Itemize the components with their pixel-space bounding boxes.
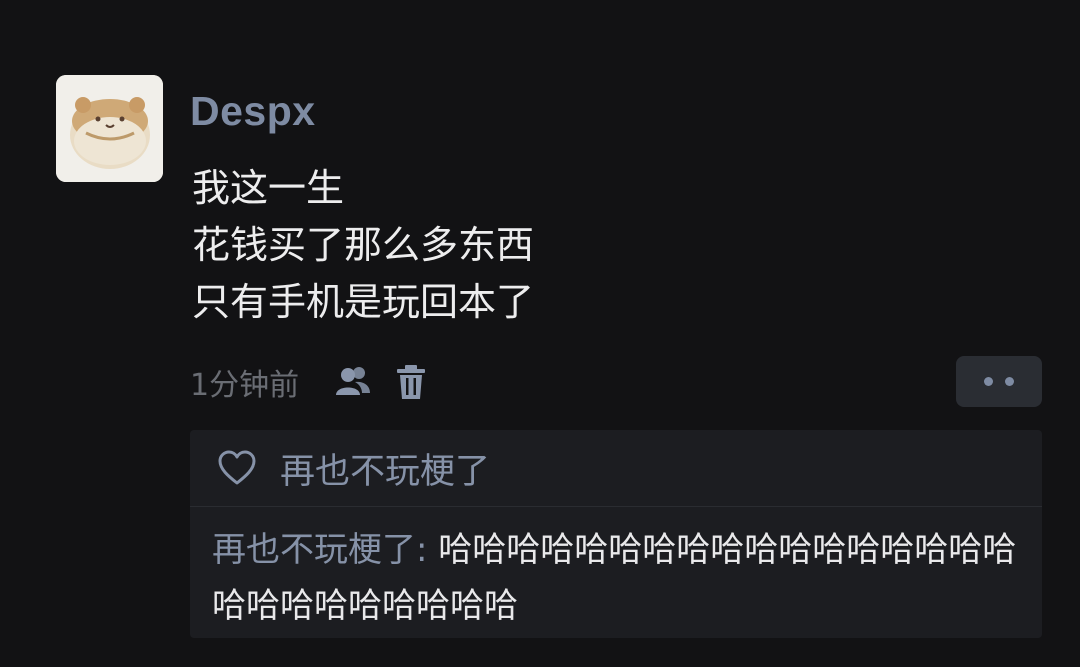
- more-dot: [984, 377, 993, 386]
- trash-icon[interactable]: [391, 362, 431, 402]
- more-dots-icon[interactable]: [956, 356, 1042, 407]
- users-icon[interactable]: [333, 362, 373, 402]
- heart-icon[interactable]: [216, 447, 258, 489]
- divider: [190, 506, 1042, 507]
- post-content: 我这一生 花钱买了那么多东西 只有手机是玩回本了: [192, 160, 534, 331]
- post-username[interactable]: Despx: [190, 88, 316, 135]
- post-meta-row: 1分钟前: [190, 360, 431, 404]
- more-dot: [1005, 377, 1014, 386]
- comment-author[interactable]: 再也不玩梗了:: [212, 530, 427, 570]
- post-avatar[interactable]: [56, 75, 163, 182]
- post-line: 只有手机是玩回本了: [192, 280, 535, 324]
- comment-item: 再也不玩梗了: 哈哈哈哈哈哈哈哈哈哈哈哈哈哈哈哈哈哈哈哈哈哈哈哈哈哈: [212, 522, 1038, 634]
- post-line: 花钱买了那么多东西: [192, 223, 535, 267]
- liker-name[interactable]: 再也不玩梗了: [280, 443, 490, 494]
- post-timestamp: 1分钟前: [190, 368, 300, 403]
- likes-row: 再也不玩梗了: [216, 444, 490, 492]
- post-line: 我这一生: [192, 166, 345, 210]
- bear-bun-avatar-icon: [56, 75, 163, 182]
- interaction-panel: 再也不玩梗了 再也不玩梗了: 哈哈哈哈哈哈哈哈哈哈哈哈哈哈哈哈哈哈哈哈哈哈哈哈哈…: [190, 430, 1042, 638]
